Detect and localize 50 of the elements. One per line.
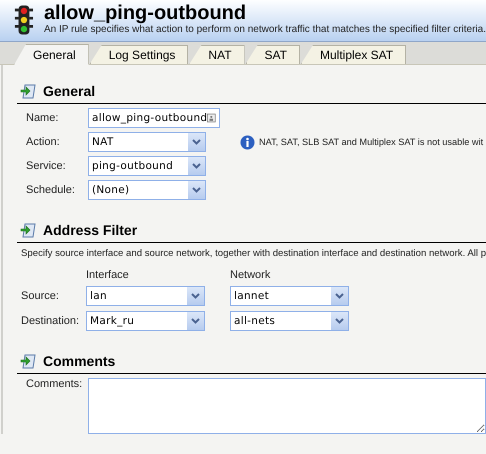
tab[interactable]: NAT [189,45,245,64]
comments-field[interactable] [88,378,486,434]
chevron-down-icon [192,163,201,169]
chevron-down-icon [192,187,201,193]
dropdown-field[interactable]: (None) [88,180,206,200]
document-arrow-icon [20,83,37,99]
dropdown-field[interactable]: all-nets [230,311,349,331]
dropdown-button[interactable] [188,157,205,175]
chevron-down-icon [335,293,344,299]
field-label: Name: [26,112,60,124]
dropdown-button[interactable] [331,287,348,305]
field-label: Action: [26,136,61,148]
section-description: Specify source interface and source network, together with destination interface and destination network. All p [20,247,486,259]
dropdown-button[interactable] [188,181,205,199]
field-label: Comments: [26,378,80,390]
page-subtitle: An IP rule specifies what action to perform on network traffic that matches the specified filter criteria. [44,24,486,35]
tab[interactable]: General [14,44,89,65]
dropdown-field[interactable]: lan [86,286,205,306]
field-label: Service: [26,160,67,172]
info-icon [240,134,255,150]
chevron-down-icon [335,318,344,324]
dropdown-button[interactable] [187,287,204,305]
document-arrow-icon [20,222,37,238]
text-field[interactable]: allow_ping-outbound [88,108,220,128]
field-label: Schedule: [26,184,76,196]
dropdown-field[interactable]: lannet [230,286,349,306]
chevron-down-icon [192,139,201,145]
info-message: NAT, SAT, SLB SAT and Multiplex SAT is not usable wit [259,137,484,147]
tab[interactable]: Log Settings [90,45,188,64]
tab[interactable]: SAT [246,45,300,64]
dropdown-field[interactable]: ping-outbound [88,156,206,176]
chevron-down-icon [191,318,200,324]
chevron-down-icon [191,293,200,299]
section-heading: Address Filter [43,222,138,238]
column-header: Interface [86,269,130,281]
row-label: Destination: [21,315,80,327]
dropdown-field[interactable]: NAT [88,132,206,152]
traffic-light-icon [14,3,34,37]
document-arrow-icon [20,353,37,369]
dropdown-button[interactable] [187,312,204,330]
contact-card-icon [207,112,216,124]
dropdown-button[interactable] [331,312,348,330]
page-title: allow_ping-outbound [44,2,248,24]
section-heading: General [43,83,96,99]
row-label: Source: [21,290,60,302]
dropdown-button[interactable] [188,133,205,151]
dropdown-field[interactable]: Mark_ru [86,311,205,331]
column-header: Network [230,269,272,281]
tab[interactable]: Multiplex SAT [300,45,406,64]
section-heading: Comments [43,353,116,369]
